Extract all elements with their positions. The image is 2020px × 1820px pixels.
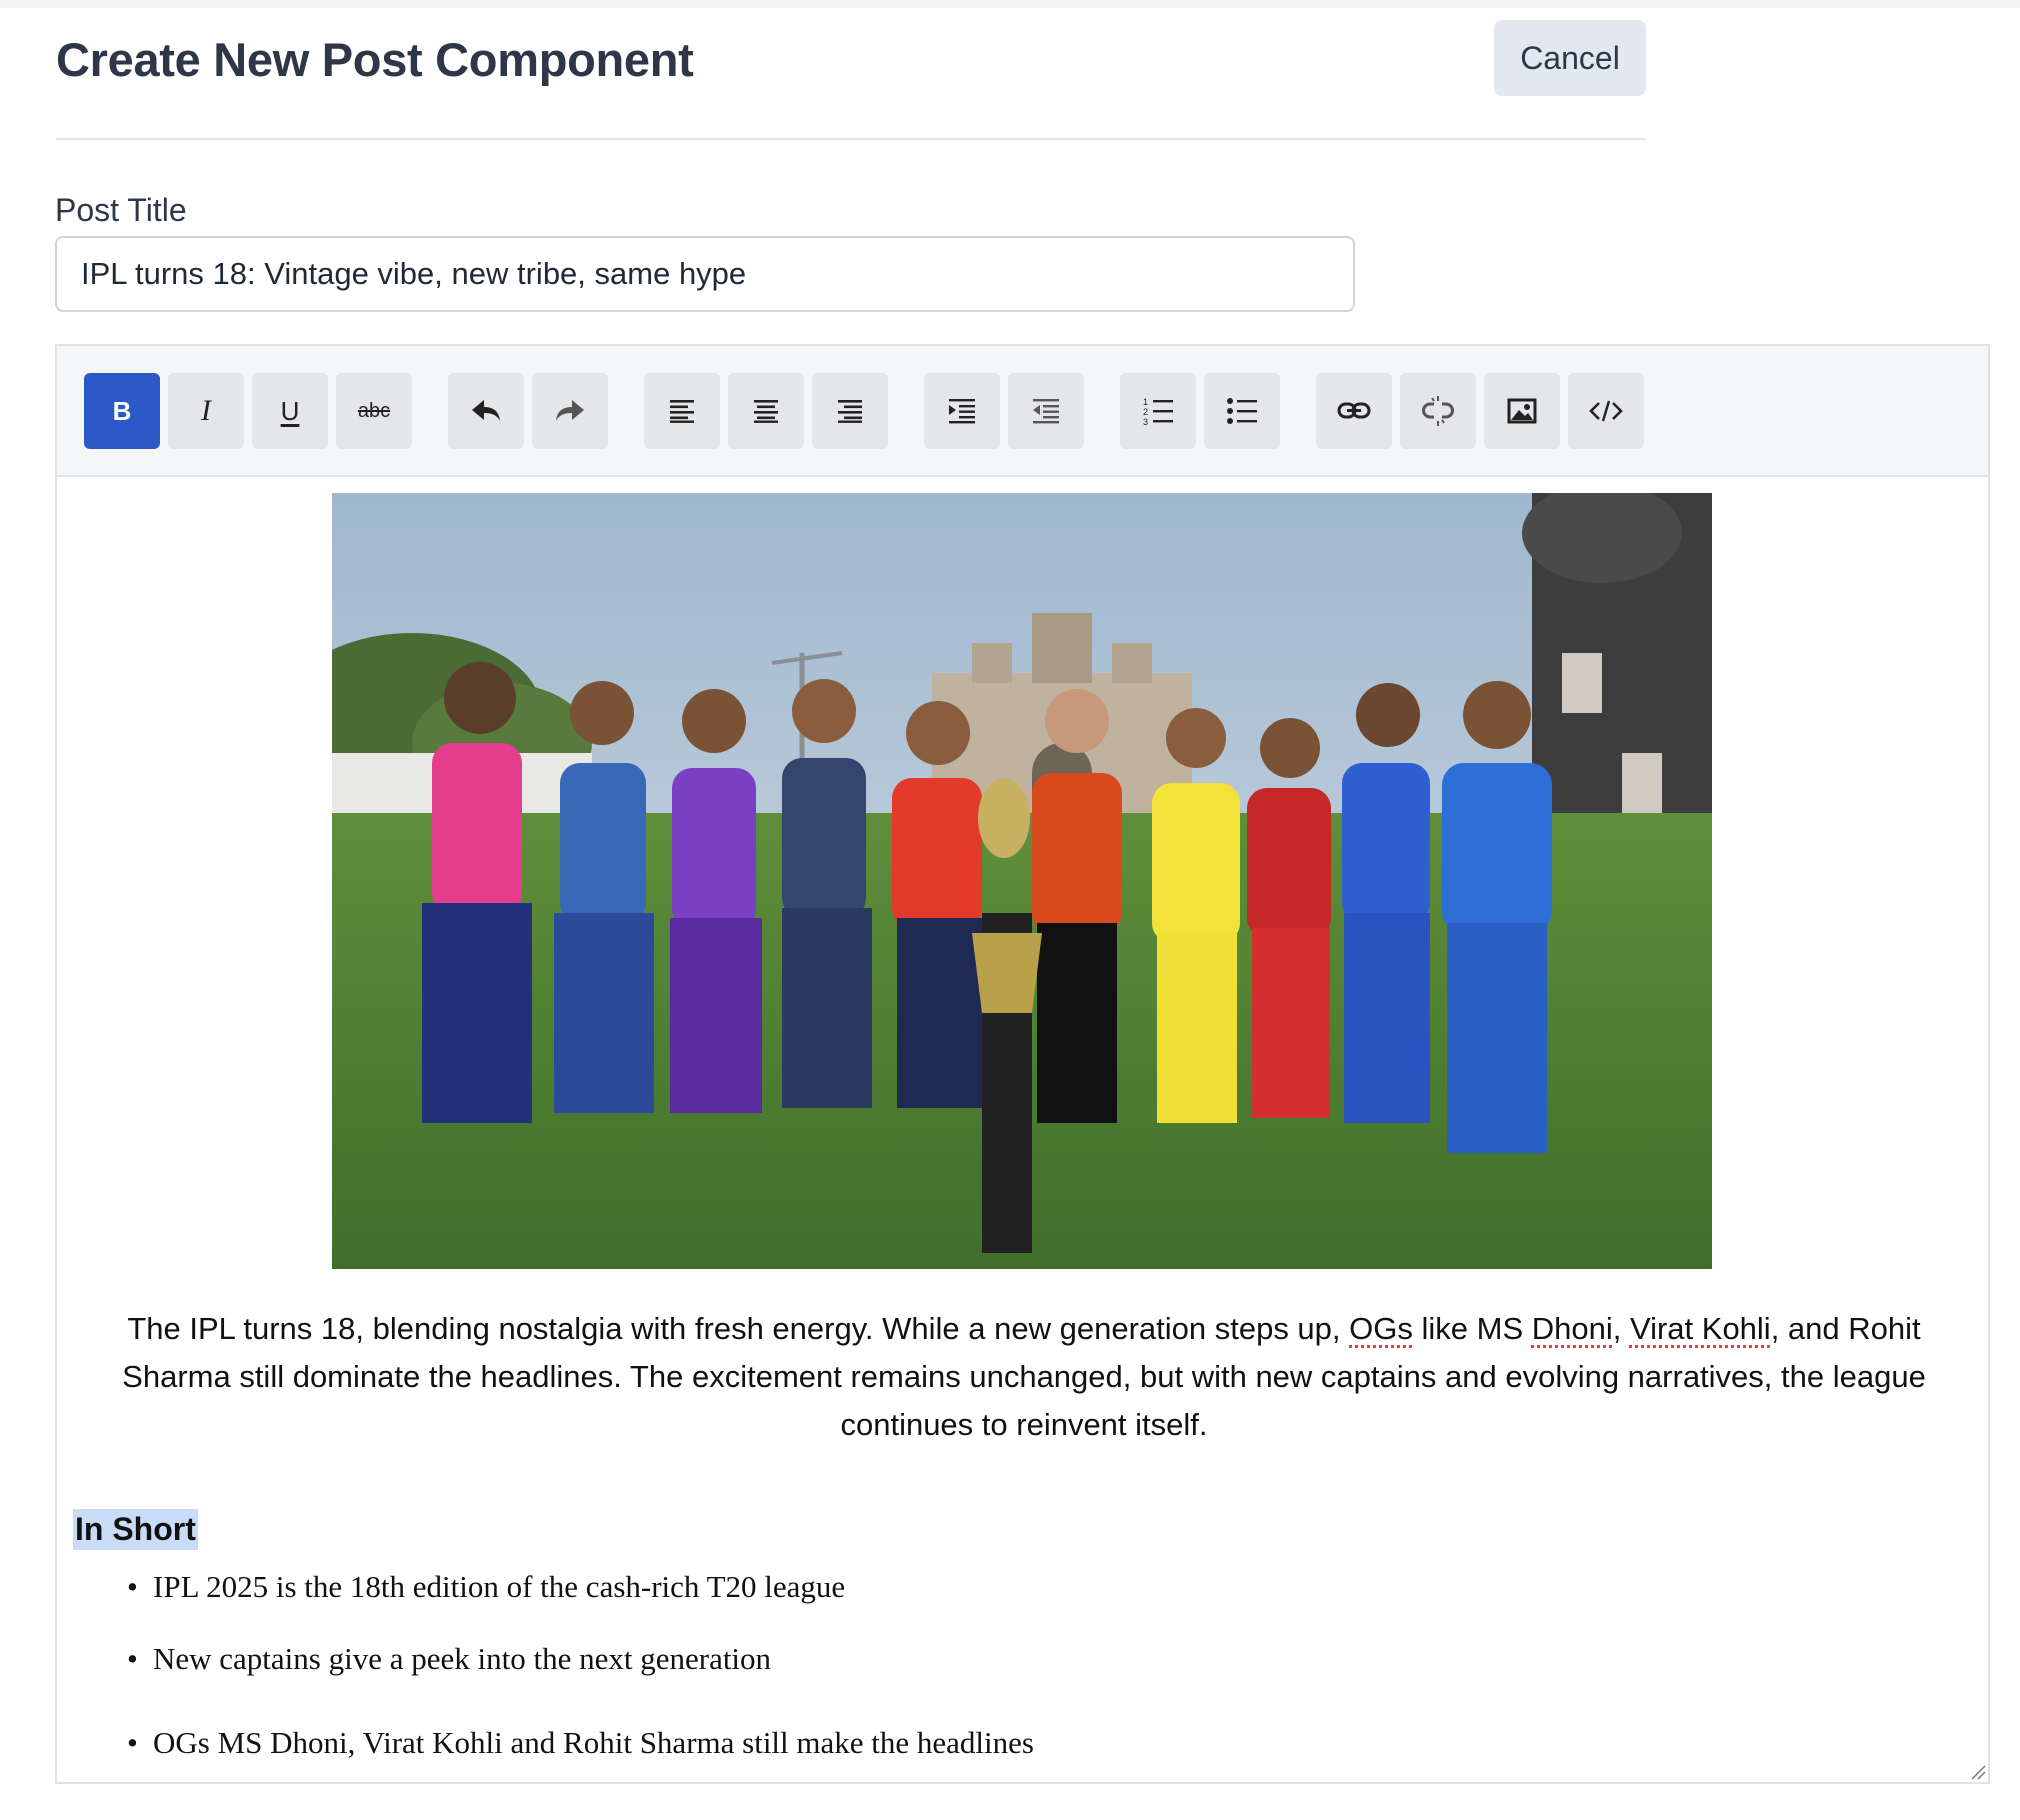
align-left-button[interactable]	[644, 373, 720, 449]
caption-spellcheck-og: OGs	[1349, 1311, 1413, 1346]
top-strip	[0, 0, 2020, 8]
ordered-list-icon: 1 2 3	[1143, 397, 1173, 426]
strikethrough-icon: abc	[357, 399, 391, 422]
italic-icon: I	[201, 394, 211, 427]
list-item: IPL 2025 is the 18th edition of the cash…	[127, 1569, 1827, 1605]
post-title-input[interactable]	[55, 236, 1355, 312]
editor-toolbar: B I U abc 1 2 3	[57, 346, 1988, 477]
redo-button[interactable]	[532, 373, 608, 449]
page-title: Create New Post Component	[56, 33, 694, 86]
bold-icon: B	[112, 395, 132, 426]
in-short-list: IPL 2025 is the 18th edition of the cash…	[127, 1569, 1827, 1761]
ipl-captains-photo	[332, 493, 1712, 1269]
cancel-button[interactable]: Cancel	[1494, 20, 1646, 96]
svg-text:3: 3	[1143, 417, 1148, 426]
undo-button[interactable]	[448, 373, 524, 449]
rich-text-editor[interactable]: B I U abc 1 2 3 The IPL turns 18, blendi…	[55, 344, 1990, 1784]
strikethrough-button[interactable]: abc	[336, 373, 412, 449]
link-icon	[1337, 402, 1371, 419]
redo-icon	[556, 400, 584, 421]
align-left-icon	[670, 400, 694, 423]
align-center-button[interactable]	[728, 373, 804, 449]
page-header: Create New Post Component Cancel	[56, 20, 1646, 140]
image-icon	[1507, 398, 1537, 424]
code-icon	[1589, 400, 1623, 422]
underline-icon: U	[280, 395, 300, 426]
italic-button[interactable]: I	[168, 373, 244, 449]
list-item: OGs MS Dhoni, Virat Kohli and Rohit Shar…	[127, 1725, 1827, 1761]
editor-content-area[interactable]: The IPL turns 18, blending nostalgia wit…	[57, 479, 1988, 1784]
bullet-list-icon	[1227, 398, 1257, 424]
svg-text:1: 1	[1143, 397, 1148, 407]
section-heading-in-short: In Short	[73, 1509, 198, 1550]
indent-button[interactable]	[924, 373, 1000, 449]
indent-icon	[949, 399, 975, 424]
caption-spellcheck-dhoni: Dhoni	[1531, 1311, 1613, 1346]
underline-button[interactable]: U	[252, 373, 328, 449]
undo-icon	[472, 400, 500, 421]
caption-spellcheck-virat-kohli: Virat Kohli	[1629, 1311, 1771, 1346]
align-right-button[interactable]	[812, 373, 888, 449]
list-item: New captains give a peek into the next g…	[127, 1641, 1827, 1677]
svg-text:2: 2	[1143, 407, 1148, 417]
post-image[interactable]	[332, 493, 1712, 1269]
outdent-icon	[1033, 399, 1059, 424]
bold-button[interactable]: B	[84, 373, 160, 449]
ordered-list-button[interactable]: 1 2 3	[1120, 373, 1196, 449]
code-view-button[interactable]	[1568, 373, 1644, 449]
unlink-icon	[1422, 396, 1454, 426]
align-right-icon	[838, 400, 862, 423]
caption-text-1: The IPL turns 18, blending nostalgia wit…	[127, 1311, 1350, 1346]
resize-handle-icon[interactable]	[1970, 1764, 1986, 1780]
align-center-icon	[754, 400, 778, 423]
bullet-list-button[interactable]	[1204, 373, 1280, 449]
outdent-button[interactable]	[1008, 373, 1084, 449]
image-button[interactable]	[1484, 373, 1560, 449]
caption-text-3: ,	[1612, 1311, 1630, 1346]
post-title-label: Post Title	[55, 192, 187, 228]
caption-text-2: like MS	[1412, 1311, 1532, 1346]
image-caption: The IPL turns 18, blending nostalgia wit…	[87, 1305, 1961, 1449]
link-button[interactable]	[1316, 373, 1392, 449]
unlink-button[interactable]	[1400, 373, 1476, 449]
